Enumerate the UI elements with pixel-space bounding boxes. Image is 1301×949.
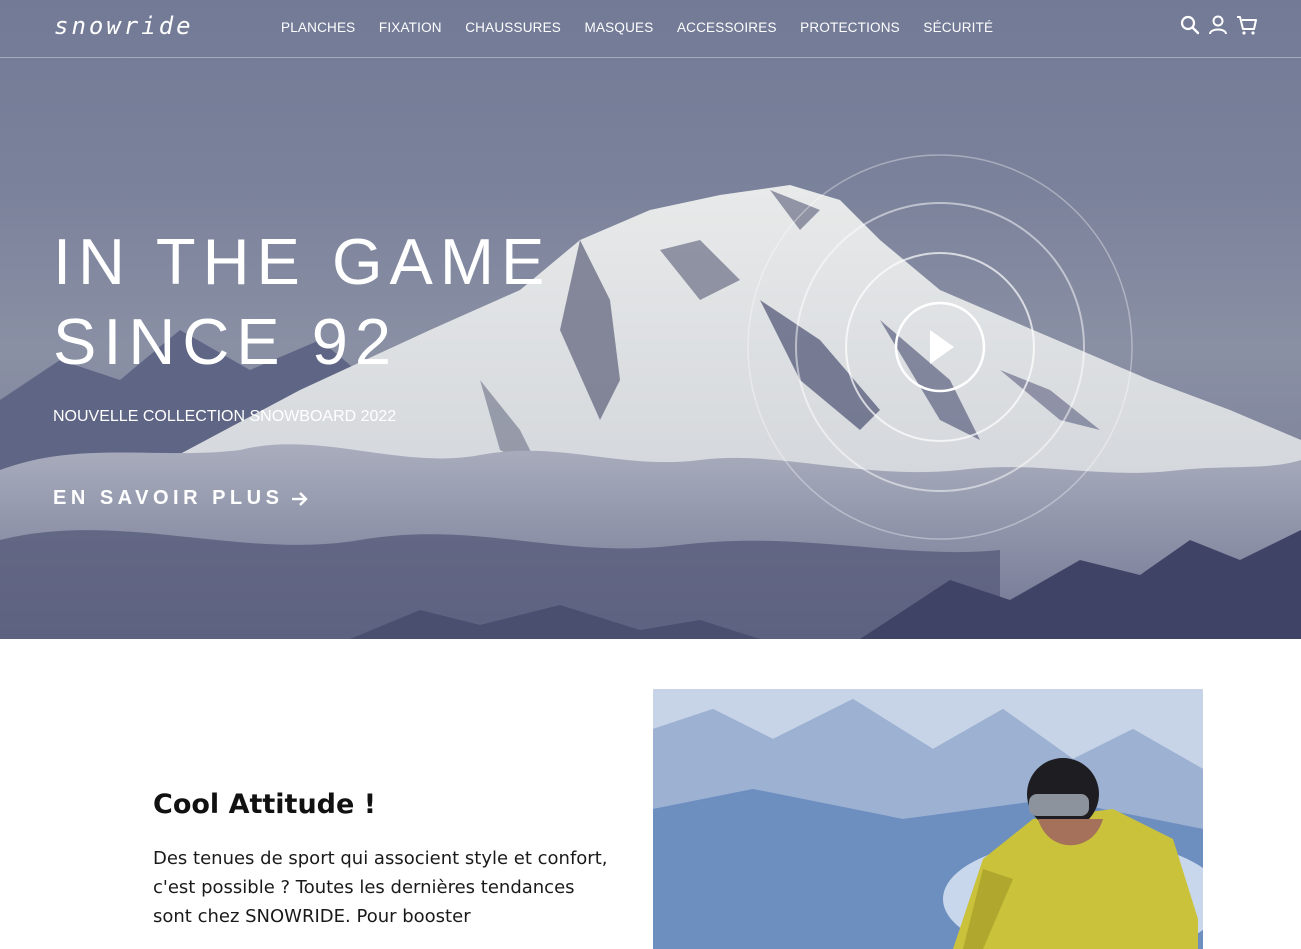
nav-item-masques[interactable]: MASQUES bbox=[585, 20, 654, 35]
hero-title: IN THE GAME SINCE 92 bbox=[53, 222, 551, 382]
hero-banner: snowride PLANCHES FIXATION CHAUSSURES MA… bbox=[0, 0, 1301, 639]
cart-icon[interactable] bbox=[1236, 14, 1257, 36]
arrow-right-icon bbox=[292, 491, 309, 506]
nav-item-planches[interactable]: PLANCHES bbox=[281, 20, 355, 35]
learn-more-label: EN SAVOIR PLUS bbox=[53, 487, 284, 509]
hero-subtitle: NOUVELLE COLLECTION SNOWBOARD 2022 bbox=[53, 408, 397, 425]
cool-attitude-section: Cool Attitude ! Des tenues de sport qui … bbox=[0, 639, 1301, 949]
nav-item-accessoires[interactable]: ACCESSOIRES bbox=[677, 20, 777, 35]
learn-more-link[interactable]: EN SAVOIR PLUS bbox=[53, 487, 309, 510]
nav-item-securite[interactable]: SÉCURITÉ bbox=[923, 20, 993, 35]
nav-item-fixation[interactable]: FIXATION bbox=[379, 20, 442, 35]
video-play-button[interactable] bbox=[740, 147, 1140, 547]
nav-item-chaussures[interactable]: CHAUSSURES bbox=[465, 20, 561, 35]
skier-photo bbox=[653, 689, 1203, 949]
hero-title-line-1: IN THE GAME bbox=[53, 225, 552, 298]
header-icons bbox=[1180, 14, 1257, 36]
nav-item-protections[interactable]: PROTECTIONS bbox=[800, 20, 900, 35]
search-icon[interactable] bbox=[1180, 14, 1200, 36]
site-header: snowride PLANCHES FIXATION CHAUSSURES MA… bbox=[0, 0, 1301, 58]
section-text: Des tenues de sport qui associent style … bbox=[153, 848, 608, 927]
site-logo[interactable]: snowride bbox=[54, 12, 194, 40]
user-icon[interactable] bbox=[1208, 14, 1228, 36]
main-nav: PLANCHES FIXATION CHAUSSURES MASQUES ACC… bbox=[281, 20, 1017, 35]
hero-title-line-2: SINCE 92 bbox=[53, 305, 399, 378]
play-icon bbox=[930, 330, 954, 364]
section-title: Cool Attitude ! bbox=[153, 789, 377, 820]
